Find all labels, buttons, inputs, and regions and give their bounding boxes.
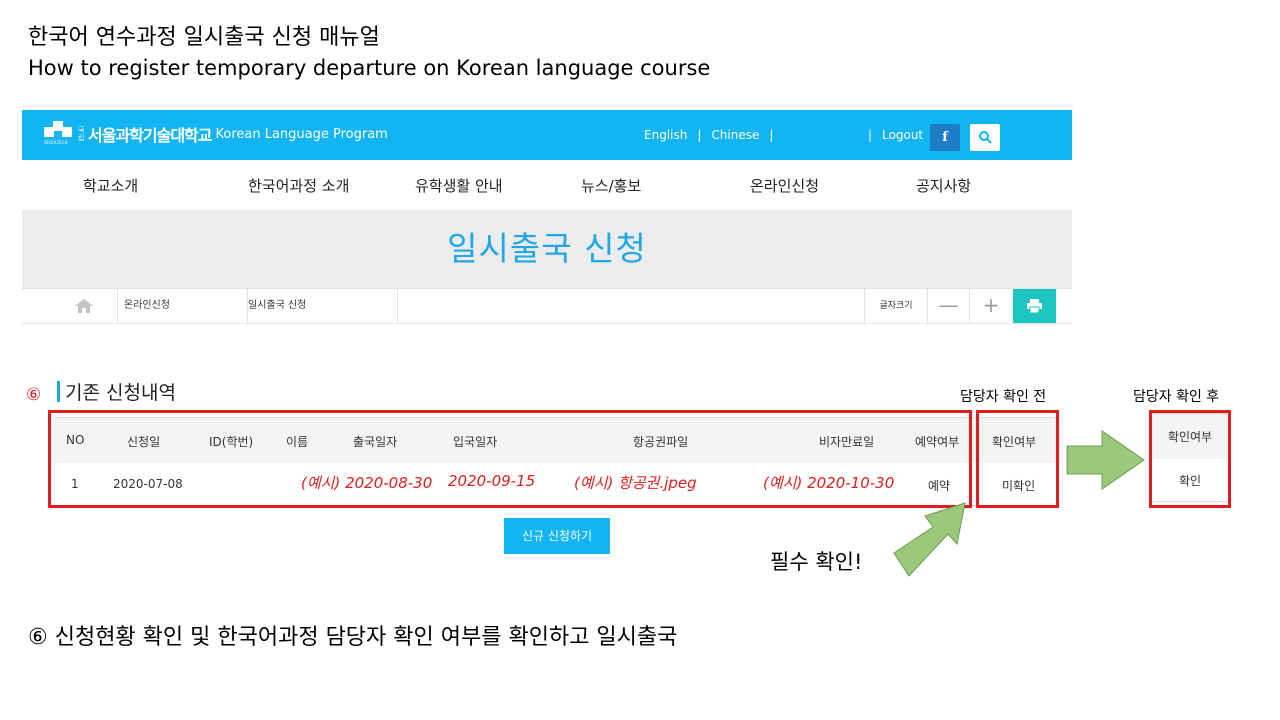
- nav-item-school-intro[interactable]: 학교소개: [83, 175, 138, 196]
- facebook-button[interactable]: f: [930, 124, 960, 151]
- highlight-box-confirm-before: [976, 410, 1059, 508]
- label-before-confirmation: 담당자 확인 전: [960, 389, 1047, 405]
- lang-separator: |: [769, 128, 774, 142]
- lang-separator: |: [697, 128, 702, 142]
- section-accent-bar: [57, 381, 60, 402]
- highlight-box-confirm-after: [1149, 410, 1231, 508]
- print-button[interactable]: [1013, 289, 1056, 323]
- logout-area: | Logout: [868, 128, 923, 142]
- font-increase-button[interactable]: +: [970, 289, 1012, 323]
- search-button[interactable]: [970, 124, 1000, 151]
- arrow-right-icon: [1066, 430, 1145, 490]
- lang-english-link[interactable]: English: [644, 128, 687, 142]
- must-check-note: 필수 확인!: [770, 550, 863, 574]
- step-number: ⑥: [26, 385, 42, 405]
- breadcrumb-home[interactable]: [22, 289, 118, 323]
- slide-subtitle: How to register temporary departure on K…: [28, 56, 711, 80]
- nav-item-news[interactable]: 뉴스/홍보: [581, 175, 641, 196]
- logo-small-text: 국립: [78, 126, 85, 142]
- logo-program-name: Korean Language Program: [215, 126, 388, 142]
- nav-item-korean-course[interactable]: 한국어과정 소개: [248, 175, 349, 196]
- website-screenshot: SEOULTECH 국립 서울과학기술대학교 Korean Language P…: [22, 110, 1072, 324]
- facebook-icon: f: [942, 130, 948, 145]
- lang-chinese-link[interactable]: Chinese: [711, 128, 759, 142]
- language-links: English | Chinese |: [644, 128, 773, 142]
- instruction-note: ⑥ 신청현황 확인 및 한국어과정 담당자 확인 여부를 확인하고 일시출국: [28, 625, 678, 650]
- breadcrumb: 온라인신청 일시출국 신청 글자크기 — +: [22, 288, 1072, 324]
- site-logo[interactable]: SEOULTECH 국립 서울과학기술대학교 Korean Language P…: [44, 121, 388, 147]
- main-navigation: 학교소개 한국어과정 소개 유학생활 안내 뉴스/홍보 온라인신청 공지사항: [22, 160, 1072, 210]
- top-header-bar: SEOULTECH 국립 서울과학기술대학교 Korean Language P…: [22, 110, 1072, 160]
- search-icon: [979, 131, 992, 144]
- page-banner: 일시출국 신청: [22, 210, 1072, 288]
- nav-item-student-life[interactable]: 유학생활 안내: [415, 175, 503, 196]
- home-icon: [75, 299, 93, 313]
- logout-link[interactable]: Logout: [882, 128, 923, 142]
- new-application-button[interactable]: 신규 신청하기: [504, 518, 610, 554]
- logo-university-name: 서울과학기술대학교: [88, 126, 212, 145]
- logo-caption: SEOULTECH: [44, 140, 68, 145]
- breadcrumb-item-temp-departure[interactable]: 일시출국 신청: [248, 289, 398, 323]
- section-title: 기존 신청내역: [65, 382, 176, 404]
- label-after-confirmation: 담당자 확인 후: [1133, 389, 1220, 405]
- logo-mark-icon: SEOULTECH: [44, 121, 74, 147]
- breadcrumb-item-online-apply[interactable]: 온라인신청: [118, 289, 248, 323]
- arrow-up-right-icon: [893, 502, 966, 577]
- nav-item-notices[interactable]: 공지사항: [916, 175, 971, 196]
- font-decrease-button[interactable]: —: [928, 289, 970, 323]
- font-size-label: 글자크기: [864, 289, 928, 323]
- print-icon: [1027, 299, 1042, 313]
- slide-title: 한국어 연수과정 일시출국 신청 매뉴얼: [28, 25, 380, 50]
- nav-item-online-apply[interactable]: 온라인신청: [750, 175, 819, 196]
- page-title: 일시출국 신청: [447, 229, 647, 268]
- logout-separator: |: [868, 128, 873, 142]
- highlight-box-table: [48, 410, 972, 508]
